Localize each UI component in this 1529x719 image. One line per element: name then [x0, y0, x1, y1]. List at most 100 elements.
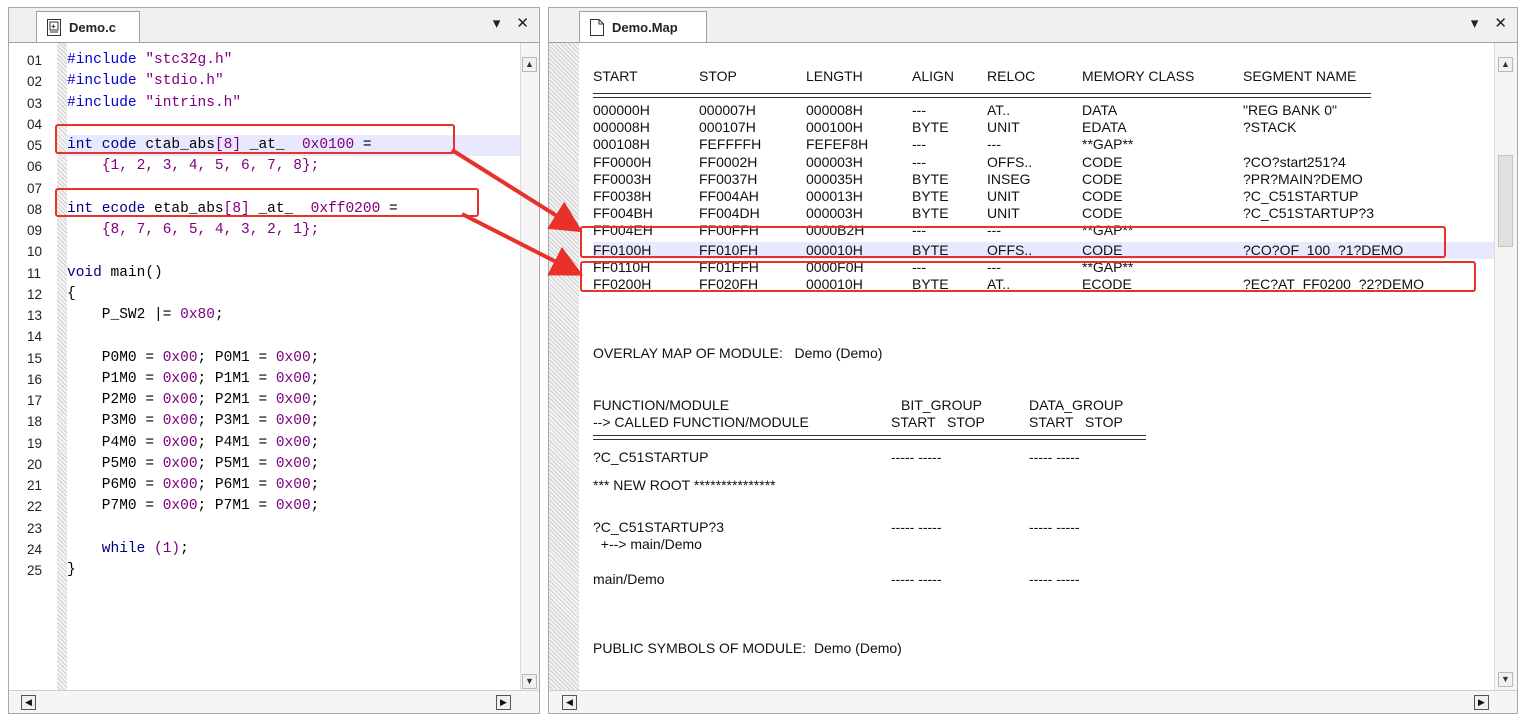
line-number: 23 — [27, 520, 43, 536]
code-token: P_SW2 |= — [67, 307, 181, 323]
code-line[interactable]: P1M0 = 0x00; P1M1 = 0x00; — [67, 369, 521, 390]
code-line[interactable]: } — [67, 560, 521, 581]
code-line[interactable]: P3M0 = 0x00; P3M1 = 0x00; — [67, 411, 521, 432]
segment-cell: 000008H — [593, 119, 650, 136]
code-line[interactable]: #include "stdio.h" — [67, 71, 521, 92]
code-line[interactable] — [67, 326, 521, 347]
segment-cell: FF0200H — [593, 276, 652, 292]
code-line[interactable]: P7M0 = 0x00; P7M1 = 0x00; — [67, 496, 521, 517]
horizontal-scrollbar[interactable]: ◀ ▶ — [549, 690, 1517, 713]
code-line[interactable]: P0M0 = 0x00; P0M1 = 0x00; — [67, 348, 521, 369]
horizontal-scrollbar[interactable]: ◀ ▶ — [9, 690, 539, 713]
code-token: ; — [214, 307, 224, 323]
scroll-left-icon[interactable]: ◀ — [21, 695, 36, 710]
code-token: 0x00 — [275, 413, 311, 430]
scroll-up-icon[interactable]: ▲ — [1498, 57, 1513, 72]
map-text-view[interactable]: START STOP LENGTH ALIGN RELOC MEMORY CLASS SEG… — [549, 43, 1517, 691]
scroll-down-icon[interactable]: ▼ — [1498, 672, 1513, 687]
segment-row[interactable]: 000108H FEFFFFH FEFEF8H --- --- **GAP** — [593, 136, 1495, 153]
function-row: ?C_C51STARTUP ----- ----- ----- ----- — [593, 449, 1495, 466]
tab-demo-map[interactable]: Demo.Map — [579, 11, 707, 42]
line-number: 24 — [27, 541, 43, 557]
dropdown-arrow-icon[interactable]: ▾ — [493, 14, 501, 32]
vertical-scrollbar[interactable]: ▲ ▼ — [520, 43, 539, 691]
line-number: 05 — [27, 138, 43, 153]
segment-row[interactable]: FF004EH FF00FFH 0000B2H --- --- **GAP** — [593, 222, 1495, 239]
segment-row[interactable]: 000000H 000007H 000008H --- AT.. DATA "REG BAN… — [593, 102, 1495, 119]
code-editor[interactable]: 01 02 03 04 05 06 07 08 09 10 11 12 13 14 15 16 17 18 19 20… — [9, 43, 539, 691]
code-line[interactable]: #include "stc32g.h" — [67, 50, 521, 71]
left-tab-bar: + Demo.c ▾ ✕ — [9, 8, 539, 43]
code-line[interactable]: P5M0 = 0x00; P5M1 = 0x00; — [67, 454, 521, 475]
right-tab-bar: Demo.Map ▾ ✕ — [549, 8, 1517, 43]
scroll-up-icon[interactable]: ▲ — [522, 57, 537, 72]
scroll-thumb[interactable] — [1498, 155, 1513, 247]
code-token: 0x00 — [162, 392, 198, 408]
svg-text:+: + — [51, 22, 56, 31]
segment-cell: ?CO?OF_100_?1?DEMO — [1243, 241, 1404, 258]
code-line[interactable]: P2M0 = 0x00; P2M1 = 0x00; — [67, 390, 521, 411]
code-token: 0xff0200 — [301, 200, 381, 217]
scroll-down-icon[interactable]: ▼ — [522, 674, 537, 689]
code-line[interactable]: void main() — [67, 263, 521, 284]
code-line[interactable]: P_SW2 |= 0x80; — [67, 305, 521, 326]
segment-cell: BYTE — [912, 241, 949, 258]
code-token: = — [380, 200, 398, 217]
segment-cell: 000008H — [806, 102, 863, 118]
code-line[interactable] — [67, 518, 521, 539]
right-window-controls: ▾ ✕ — [1471, 14, 1507, 32]
code-line[interactable]: while (1); — [67, 539, 521, 560]
close-icon[interactable]: ✕ — [516, 14, 529, 32]
segment-row[interactable]: FF0200H FF020FH 000010H BYTE AT.. ECODE ?EC?AT… — [593, 276, 1495, 293]
code-token: ; — [310, 455, 320, 472]
vertical-scrollbar[interactable]: ▲ ▼ — [1494, 43, 1517, 691]
segment-cell: 000003H — [806, 153, 863, 170]
code-line[interactable] — [67, 178, 521, 199]
code-line[interactable]: { — [67, 284, 521, 305]
code-line[interactable]: {8, 7, 6, 5, 4, 3, 2, 1}; — [67, 220, 521, 241]
segment-row[interactable]: FF004BH FF004DH 000003H BYTE UNIT CODE ?C_C51S… — [593, 205, 1495, 222]
data-group-range: ----- ----- — [1029, 571, 1080, 587]
code-token: 0x00 — [275, 477, 311, 493]
code-token: { — [67, 285, 76, 302]
column-header: MEMORY CLASS — [1082, 68, 1195, 84]
line-number: 06 — [27, 159, 43, 175]
code-token: 0x00 — [275, 392, 311, 408]
segment-cell: FF020FH — [699, 276, 759, 292]
segment-cell: ?C_C51STARTUP — [1243, 188, 1359, 204]
code-token: 0x00 — [162, 455, 198, 472]
document-icon — [590, 18, 604, 36]
close-icon[interactable]: ✕ — [1494, 14, 1507, 32]
code-token: (1) — [154, 540, 181, 557]
line-number: 03 — [27, 95, 43, 111]
segment-row[interactable]: FF0100H FF010FH 000010H BYTE OFFS.. CODE ?CO?O… — [593, 241, 1495, 259]
code-token: ; — [310, 349, 320, 366]
scroll-left-icon[interactable]: ◀ — [562, 695, 577, 710]
c-file-icon: + — [47, 18, 61, 36]
scroll-right-icon[interactable]: ▶ — [1474, 695, 1489, 710]
code-area[interactable]: #include "stc32g.h" #include "stdio.h" #in… — [67, 43, 521, 691]
code-line[interactable]: #include "intrins.h" — [67, 93, 521, 114]
code-line[interactable]: int ecode etab_abs[8] _at_ 0xff0200 = — [67, 199, 521, 220]
function-row: +--> main/Demo — [593, 536, 1495, 553]
segment-row[interactable]: 000008H 000107H 000100H BYTE UNIT EDATA ?STACK — [593, 119, 1495, 136]
dropdown-arrow-icon[interactable]: ▾ — [1471, 14, 1479, 32]
segment-row[interactable]: FF0000H FF0002H 000003H --- OFFS.. CODE ?CO?st… — [593, 154, 1495, 171]
code-line[interactable]: P4M0 = 0x00; P4M1 = 0x00; — [67, 433, 521, 454]
code-line[interactable] — [67, 241, 521, 262]
column-header: BIT_GROUP — [901, 397, 982, 413]
segment-row[interactable]: FF0110H FF01FFH 0000F0H --- --- **GAP** — [593, 259, 1495, 276]
code-line[interactable]: int code ctab_abs[8] _at_ 0x0100 = — [67, 135, 521, 156]
segment-cell: FF004DH — [699, 205, 760, 222]
code-line[interactable]: {1, 2, 3, 4, 5, 6, 7, 8}; — [67, 156, 521, 177]
scroll-right-icon[interactable]: ▶ — [496, 695, 511, 710]
code-line[interactable]: P6M0 = 0x00; P6M1 = 0x00; — [67, 475, 521, 496]
segment-cell: ?STACK — [1243, 119, 1297, 136]
code-token: ; — [310, 434, 320, 451]
tab-demo-c[interactable]: + Demo.c — [36, 11, 140, 42]
column-header: --> CALLED FUNCTION/MODULE — [593, 414, 809, 430]
segment-row[interactable]: FF0003H FF0037H 000035H BYTE INSEG CODE ?PR?MA… — [593, 171, 1495, 188]
segment-row[interactable]: FF0038H FF004AH 000013H BYTE UNIT CODE ?C_C51S… — [593, 188, 1495, 205]
code-line[interactable] — [67, 114, 521, 135]
segment-cell: FF0000H — [593, 153, 652, 170]
